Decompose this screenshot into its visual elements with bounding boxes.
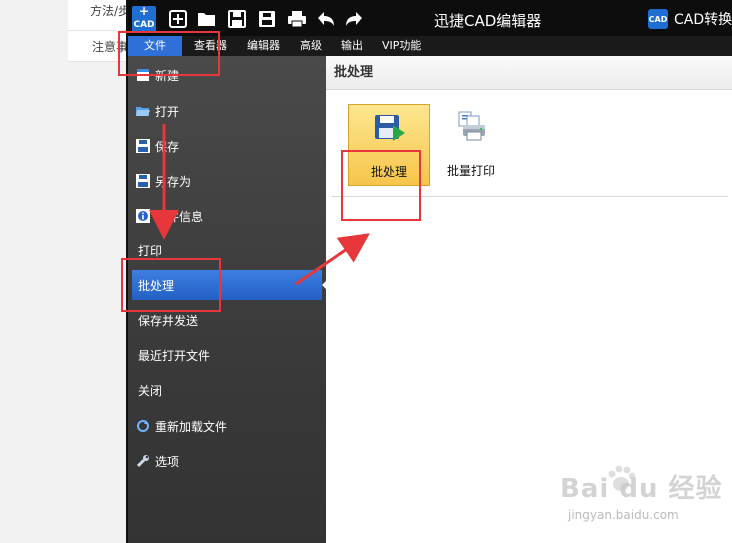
undo-icon[interactable] [316, 9, 336, 29]
folder-open-icon [136, 104, 150, 118]
menu-editor[interactable]: 编辑器 [247, 36, 280, 56]
file-menu-close[interactable]: 关闭 [128, 375, 326, 405]
wrench-icon [136, 454, 150, 468]
title-bar: + CAD 迅捷CAD编辑器 CAD CAD转换 [128, 0, 732, 36]
batch-print-button[interactable]: 批量打印 [430, 104, 512, 186]
background-text-2: 注意事 [92, 40, 128, 54]
cad-editor-window: + CAD 迅捷CAD编辑器 CAD CAD转换 文件 查看器 编辑器 高级 输… [126, 0, 732, 543]
file-menu-recent-files[interactable]: 最近打开文件 [128, 340, 326, 370]
file-menu-save-as[interactable]: 另存为 [128, 166, 326, 196]
file-menu-reload-label: 重新加载文件 [155, 419, 228, 434]
file-menu-new[interactable]: 新建 [128, 60, 326, 90]
content-divider [332, 196, 728, 197]
batch-process-button[interactable]: 批处理 [348, 104, 430, 186]
file-menu-new-label: 新建 [155, 68, 180, 83]
file-menu-panel: 新建 打开 保存 另存为 文件信息 打印 批处理 保存并发送 最近打开文件 关闭… [128, 56, 330, 543]
file-menu-recent-files-label: 最近打开文件 [138, 348, 211, 363]
file-menu-print-label: 打印 [138, 243, 163, 258]
batch-print-icon [453, 110, 489, 146]
file-menu-save-as-label: 另存为 [155, 174, 192, 189]
floppy-icon [136, 139, 150, 153]
app-logo[interactable]: + CAD [132, 4, 156, 32]
new-icon[interactable] [168, 9, 188, 29]
file-menu-save-and-send-label: 保存并发送 [138, 313, 199, 328]
app-logo-text: CAD [133, 20, 155, 30]
redo-icon[interactable] [344, 9, 364, 29]
info-icon [136, 209, 150, 223]
file-menu-open-label: 打开 [155, 104, 180, 119]
file-menu-close-label: 关闭 [138, 383, 163, 398]
file-menu-save-label: 保存 [155, 139, 180, 154]
open-icon[interactable] [197, 9, 217, 29]
file-menu-file-info[interactable]: 文件信息 [128, 201, 326, 231]
file-menu-batch[interactable]: 批处理 [132, 270, 330, 300]
menu-file[interactable]: 文件 [128, 36, 182, 56]
file-menu-file-info-label: 文件信息 [155, 209, 204, 224]
new-file-icon [136, 68, 150, 82]
batch-process-label: 批处理 [370, 165, 407, 179]
window-title: 迅捷CAD编辑器 [434, 12, 542, 30]
batch-content-panel: 批处理 批处理 批量打印 [326, 56, 732, 543]
file-menu-options[interactable]: 选项 [128, 446, 326, 476]
file-menu-save-and-send[interactable]: 保存并发送 [128, 305, 326, 335]
file-menu-print[interactable]: 打印 [128, 235, 326, 265]
cad-convert-logo-icon: CAD [648, 9, 668, 29]
file-menu-open[interactable]: 打开 [128, 96, 326, 126]
menu-bar: 文件 查看器 编辑器 高级 输出 VIP功能 [128, 36, 732, 56]
file-menu-save[interactable]: 保存 [128, 131, 326, 161]
menu-vip[interactable]: VIP功能 [382, 36, 421, 56]
background-text-1: 方法/步 [90, 4, 128, 18]
cad-convert-link[interactable]: CAD CAD转换 [648, 8, 732, 30]
file-menu-reload[interactable]: 重新加载文件 [128, 411, 326, 441]
file-menu-options-label: 选项 [155, 454, 180, 469]
content-header: 批处理 [326, 56, 732, 90]
batch-save-icon [371, 111, 407, 147]
cad-convert-label: CAD转换 [674, 12, 732, 28]
reload-icon [136, 419, 150, 433]
print-icon[interactable] [287, 9, 307, 29]
menu-output[interactable]: 输出 [341, 36, 363, 56]
file-menu-batch-label: 批处理 [138, 278, 175, 293]
save-icon[interactable] [227, 9, 247, 29]
menu-viewer[interactable]: 查看器 [194, 36, 227, 56]
floppy-icon [136, 174, 150, 188]
save-as-icon[interactable] [257, 9, 277, 29]
menu-advanced[interactable]: 高级 [300, 36, 322, 56]
batch-print-label: 批量打印 [446, 164, 495, 178]
